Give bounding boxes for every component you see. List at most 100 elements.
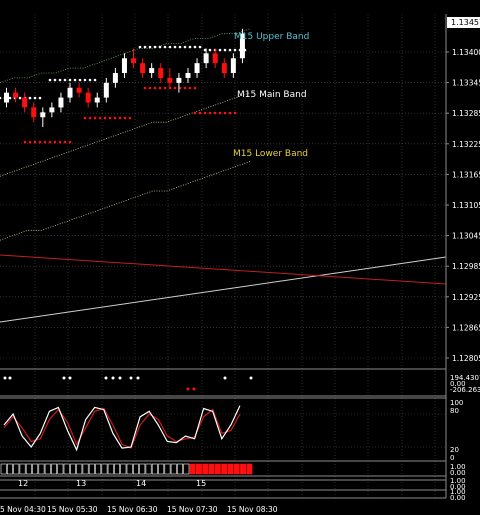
candle-body[interactable]	[22, 97, 28, 108]
candle-body[interactable]	[131, 58, 137, 64]
histogram-bar[interactable]	[221, 463, 228, 475]
histogram-bar[interactable]	[240, 463, 246, 475]
candle-body[interactable]	[31, 107, 37, 118]
signal-dot	[193, 86, 197, 90]
price-label: 1.13225	[452, 140, 480, 149]
candle-body[interactable]	[149, 68, 155, 73]
signal-dot	[28, 96, 32, 100]
lower-band-label: M15 Lower Band	[233, 149, 308, 159]
signal-dot	[163, 86, 167, 90]
histogram-bar[interactable]	[177, 463, 183, 475]
histogram-bar[interactable]	[63, 463, 70, 475]
histogram-bar[interactable]	[95, 463, 102, 475]
signal-dot	[113, 116, 117, 120]
histogram-bar[interactable]	[107, 463, 114, 475]
day-label: 13	[76, 479, 86, 488]
signal-dot	[58, 78, 62, 82]
histogram-bar[interactable]	[208, 463, 215, 475]
histogram-bar[interactable]	[25, 463, 32, 475]
histogram-bar[interactable]	[164, 463, 171, 475]
candle-body[interactable]	[221, 63, 227, 73]
candle-body[interactable]	[94, 97, 100, 103]
candle-body[interactable]	[194, 63, 200, 73]
candle-body[interactable]	[212, 53, 218, 64]
histogram-bar[interactable]	[44, 463, 51, 475]
candle-body[interactable]	[76, 87, 82, 93]
candle-body[interactable]	[230, 58, 236, 73]
histogram-bar[interactable]	[170, 463, 177, 475]
signal-dot-red	[192, 387, 196, 391]
candle-body[interactable]	[167, 77, 173, 83]
histogram-bar[interactable]	[145, 463, 152, 475]
candle-body[interactable]	[49, 107, 55, 113]
signal-dot	[233, 48, 237, 52]
candle-body[interactable]	[112, 73, 118, 83]
histogram-bar[interactable]	[57, 463, 64, 475]
histogram-bar[interactable]	[151, 463, 158, 475]
signal-dot-white	[136, 376, 140, 380]
price-label: 1.13285	[452, 109, 480, 118]
histogram-bar[interactable]	[114, 463, 121, 475]
signal-dot	[228, 111, 232, 115]
signal-dot	[213, 111, 217, 115]
signal-dot	[23, 140, 27, 144]
candle-body[interactable]	[58, 97, 64, 108]
histogram-bar[interactable]	[133, 463, 139, 475]
histogram-bar[interactable]	[120, 463, 127, 475]
histogram-bar[interactable]	[202, 463, 209, 475]
signal-dot	[53, 78, 57, 82]
signal-dot	[8, 96, 12, 100]
candle-body[interactable]	[185, 73, 191, 78]
signal-dot	[198, 45, 202, 49]
price-label: 1.13045	[452, 232, 480, 241]
time-label: 5 Nov 04:30	[0, 505, 46, 514]
price-label: 1.12985	[452, 262, 480, 271]
histogram-bar[interactable]	[32, 463, 39, 475]
histogram-bar[interactable]	[51, 463, 58, 475]
histogram-bar[interactable]	[70, 463, 76, 475]
histogram-bar[interactable]	[196, 463, 202, 475]
histogram-bar[interactable]	[38, 463, 45, 475]
histogram-bar[interactable]	[189, 463, 196, 475]
histogram-bar[interactable]	[227, 463, 234, 475]
signal-dot	[138, 45, 142, 49]
signal-dot	[88, 78, 92, 82]
candle-body[interactable]	[203, 53, 209, 64]
histogram-bar[interactable]	[126, 463, 133, 475]
signal-dot	[88, 116, 92, 120]
candle-body[interactable]	[40, 112, 46, 118]
signal-dot	[153, 45, 157, 49]
histogram-bar[interactable]	[139, 463, 146, 475]
trading-chart[interactable]: M15 Upper Band M15 Main Band M15 Lower B…	[0, 0, 480, 515]
histogram-bar[interactable]	[0, 463, 7, 475]
histogram-bar[interactable]	[7, 463, 13, 475]
signal-dot	[193, 45, 197, 49]
candle-body[interactable]	[121, 58, 127, 73]
price-label: 1.13400	[452, 48, 480, 57]
histogram-bar[interactable]	[183, 463, 190, 475]
histogram-bar[interactable]	[233, 463, 240, 475]
candle-body[interactable]	[176, 77, 182, 83]
signal-dot	[223, 48, 227, 52]
candle-body[interactable]	[158, 68, 164, 78]
signal-dot-white	[104, 376, 108, 380]
candle-body[interactable]	[103, 82, 109, 98]
histogram-bar[interactable]	[19, 463, 26, 475]
candle-body[interactable]	[85, 92, 91, 103]
histogram-bar[interactable]	[101, 463, 108, 475]
histogram-bar[interactable]	[13, 463, 20, 475]
candle-body[interactable]	[4, 92, 9, 103]
signal-dot-white	[249, 376, 253, 380]
signal-dot	[98, 116, 102, 120]
signal-dot	[158, 45, 162, 49]
day-label: 14	[136, 479, 146, 488]
histogram-bar[interactable]	[76, 463, 83, 475]
histogram-bar[interactable]	[82, 463, 89, 475]
candle-body[interactable]	[13, 92, 19, 98]
histogram-bar[interactable]	[246, 463, 253, 475]
histogram-bar[interactable]	[88, 463, 95, 475]
histogram-bar[interactable]	[214, 463, 221, 475]
histogram-bar[interactable]	[158, 463, 165, 475]
candle-body[interactable]	[67, 87, 73, 98]
candle-body[interactable]	[140, 63, 146, 73]
